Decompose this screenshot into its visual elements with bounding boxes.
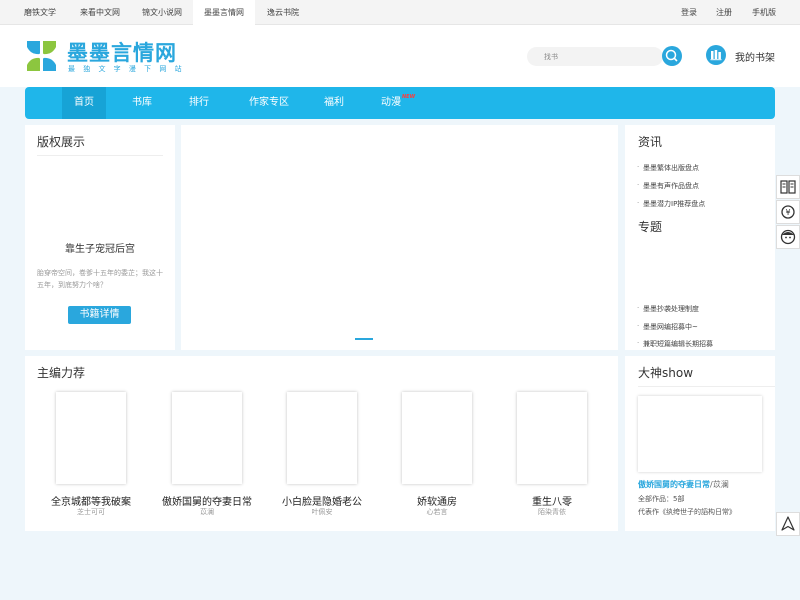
book-author[interactable]: 苡澜 — [157, 507, 257, 517]
bookshelf-label[interactable]: 我的书架 — [735, 49, 775, 64]
up-arrow-icon — [781, 516, 795, 531]
news-item[interactable]: 墨墨有声作品盘点 — [637, 181, 699, 191]
god-works-count: 全部作品：5部 — [638, 495, 685, 503]
book-name[interactable]: 全京城都等我破案 — [31, 493, 151, 508]
search-input[interactable] — [544, 50, 654, 63]
god-book-name[interactable]: 傲娇国舅的夺妻日常 — [638, 480, 710, 489]
logo-title[interactable]: 墨墨言情网 — [67, 37, 177, 67]
site-link-yiyun[interactable]: 逸云书院 — [258, 0, 308, 25]
site-link-laikan[interactable]: 来看中文网 — [72, 0, 128, 25]
book-cover[interactable] — [287, 392, 357, 484]
book-cover[interactable] — [56, 392, 126, 484]
news-item[interactable]: 墨墨繁体出版盘点 — [637, 163, 699, 173]
register-link[interactable]: 注册 — [716, 0, 732, 25]
book-name[interactable]: 娇软通房 — [377, 493, 497, 508]
news-item[interactable]: 墨墨潜力IP推荐盘点 — [637, 199, 705, 209]
nav-item-ranking[interactable]: 排行 — [177, 87, 221, 119]
side-tool-book[interactable] — [776, 175, 800, 199]
book-name[interactable]: 重生八零 — [492, 493, 612, 508]
bookshelf-icon — [710, 50, 722, 61]
book-detail-button[interactable]: 书籍详情 — [68, 306, 131, 324]
site-link-momo[interactable]: 墨墨言情网 — [193, 0, 255, 25]
featured-book-desc: 胎穿帝空间，卷爹十五年的委芷；我这十五年，到底努力个啥？ — [37, 269, 163, 289]
search-box — [527, 47, 663, 66]
mobile-link[interactable]: 手机版 — [752, 0, 776, 25]
news-panel: 资讯 墨墨繁体出版盘点 墨墨有声作品盘点 墨墨潜力IP推荐盘点 专题 墨墨抄袭处… — [625, 125, 775, 350]
topic-item[interactable]: 墨墨网编招募中~ — [637, 322, 698, 332]
site-link-motie[interactable]: 磨铁文学 — [14, 0, 66, 25]
search-button[interactable] — [662, 46, 682, 66]
book-icon — [780, 180, 796, 194]
god-author[interactable]: /苡澜 — [710, 480, 729, 489]
login-link[interactable]: 登录 — [681, 0, 697, 25]
book-cover[interactable] — [517, 392, 587, 484]
new-badge: NEW — [402, 94, 416, 100]
face-icon — [780, 229, 796, 245]
search-icon — [665, 49, 678, 62]
news-title: 资讯 — [638, 135, 663, 149]
editor-picks-panel: 主编力荐 全京城都等我破案 芝士可可 傲娇国舅的夺妻日常 苡澜 小白脸是隐婚老公… — [25, 356, 618, 531]
yen-coin-icon: ¥ — [781, 205, 795, 219]
god-show-panel: 大神show 傲娇国舅的夺妻日常/苡澜 全部作品：5部 代表作《纨绔世子的謟构日… — [625, 356, 775, 531]
nav-item-anime[interactable]: 动漫 — [369, 87, 413, 119]
site-header: 墨墨言情网 最 独 文 字 漫 下 网 站 我的书架 — [0, 25, 800, 87]
divider — [37, 155, 163, 156]
book-author[interactable]: 心若言 — [387, 507, 487, 517]
main-nav: 首页 书库 排行 作家专区 福利 动漫 NEW — [25, 87, 775, 119]
bookshelf-button[interactable] — [706, 45, 726, 65]
topic-item[interactable]: 墨墨抄袭处理制度 — [637, 304, 699, 314]
site-link-jinwen[interactable]: 锦文小说网 — [135, 0, 189, 25]
nav-item-welfare[interactable]: 福利 — [312, 87, 356, 119]
copyright-title: 版权展示 — [37, 135, 86, 149]
topic-item[interactable]: 兼职短篇编辑长期招募 — [637, 339, 713, 349]
god-show-title: 大神show — [638, 366, 694, 380]
book-name[interactable]: 傲娇国舅的夺妻日常 — [147, 493, 267, 508]
book-cover[interactable] — [172, 392, 242, 484]
side-tool-coin[interactable]: ¥ — [776, 200, 800, 224]
topics-title: 专题 — [638, 220, 663, 234]
slider-indicator[interactable] — [355, 338, 373, 340]
butterfly-logo-icon[interactable] — [25, 39, 58, 73]
divider — [638, 386, 775, 387]
book-cover[interactable] — [402, 392, 472, 484]
book-author[interactable]: 芝士可可 — [41, 507, 141, 517]
nav-item-library[interactable]: 书库 — [120, 87, 164, 119]
book-name[interactable]: 小白脸是隐婚老公 — [262, 493, 382, 508]
banner-slider[interactable] — [181, 125, 618, 350]
editor-picks-title: 主编力荐 — [37, 366, 86, 380]
top-site-bar: 磨铁文学 来看中文网 锦文小说网 墨墨言情网 逸云书院 登录 注册 手机版 — [0, 0, 800, 25]
book-author[interactable]: 陌染青依 — [502, 507, 602, 517]
logo-subtitle: 最 独 文 字 漫 下 网 站 — [68, 65, 185, 73]
side-tool-top[interactable] — [776, 512, 800, 536]
god-representative-work: 代表作《纨绔世子的謟构日常》 — [638, 508, 736, 516]
book-author[interactable]: 叶佩安 — [272, 507, 372, 517]
svg-text:¥: ¥ — [785, 208, 790, 217]
side-tool-service[interactable] — [776, 225, 800, 249]
author-banner[interactable] — [638, 396, 762, 472]
copyright-panel: 版权展示 靠生子宠冠后宫 胎穿帝空间，卷爹十五年的委芷；我这十五年，到底努力个啥… — [25, 125, 175, 350]
featured-book-title[interactable]: 靠生子宠冠后宫 — [25, 240, 175, 255]
god-book-line: 傲娇国舅的夺妻日常/苡澜 — [638, 479, 729, 490]
nav-item-author-zone[interactable]: 作家专区 — [241, 87, 297, 119]
nav-item-home[interactable]: 首页 — [62, 87, 106, 119]
